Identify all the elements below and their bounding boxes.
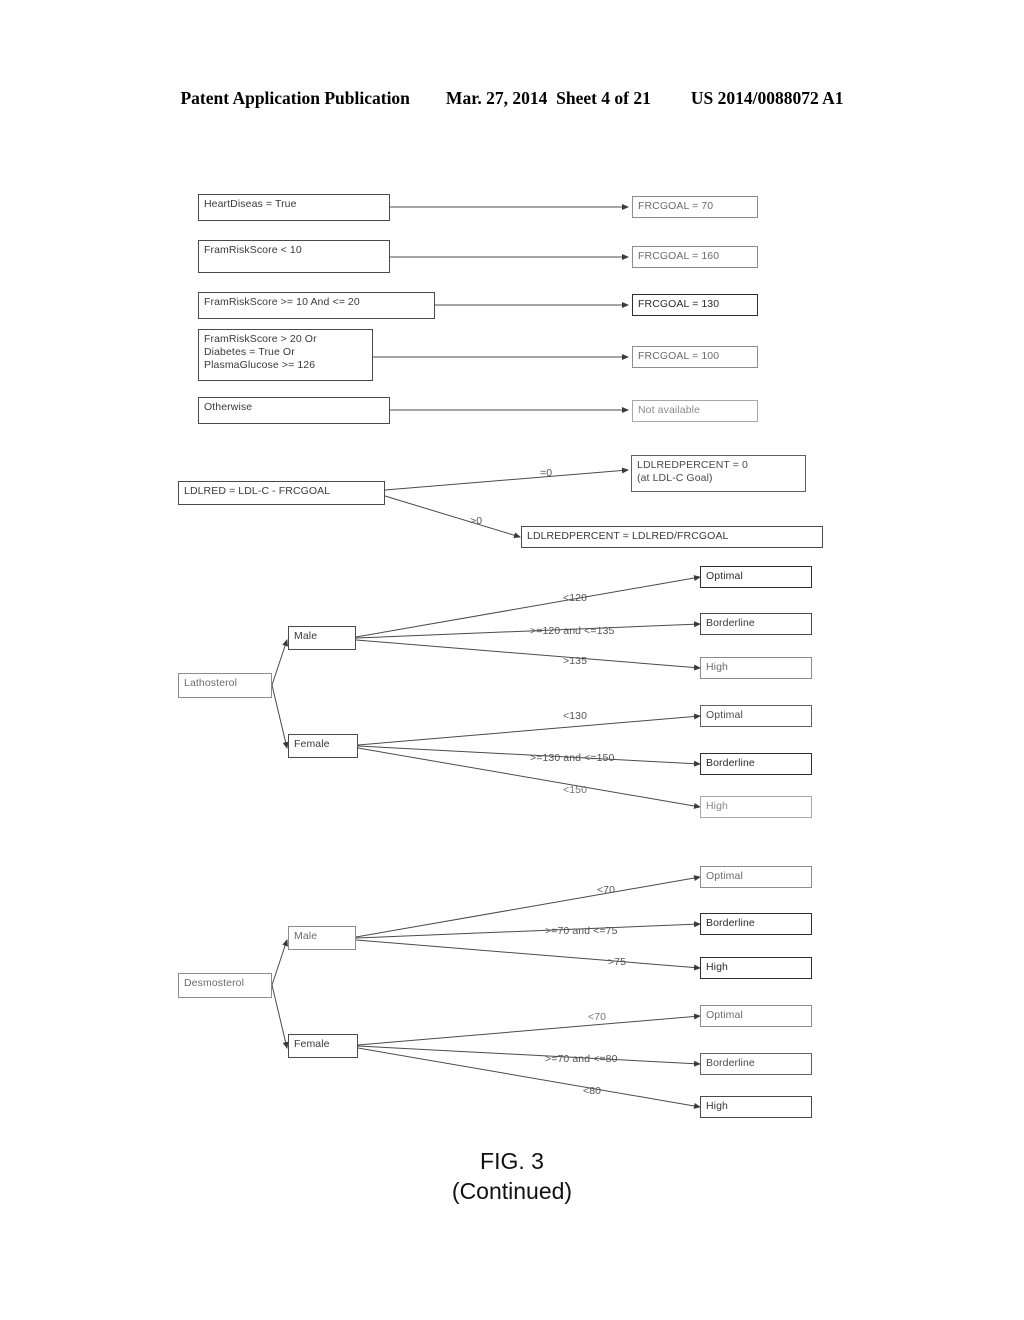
edge-label: >=130 and <=150: [530, 752, 615, 764]
classification-box: Optimal: [700, 705, 812, 727]
classification-box: High: [700, 657, 812, 679]
edge-label: >135: [563, 655, 588, 667]
classification-box: Optimal: [700, 566, 812, 588]
figure-3-diagram: HeartDiseas = True FramRiskScore < 10 Fr…: [0, 0, 1024, 1320]
ldlred-source-box: LDLRED = LDL-C - FRCGOAL: [178, 481, 385, 505]
desmosterol-female-box: Female: [288, 1034, 358, 1058]
edge-label: <80: [583, 1085, 602, 1097]
edge-label-eq0: =0: [540, 467, 553, 479]
lathosterol-male-box: Male: [288, 626, 356, 650]
classification-box: Borderline: [700, 1053, 812, 1075]
edge-label: >75: [608, 956, 627, 968]
classification-box: Optimal: [700, 866, 812, 888]
condition-box: Otherwise: [198, 397, 390, 424]
classification-box: High: [700, 957, 812, 979]
edge-label: <120: [563, 592, 588, 604]
classification-box: Borderline: [700, 613, 812, 635]
classification-box: High: [700, 796, 812, 818]
desmosterol-male-box: Male: [288, 926, 356, 950]
edge-label: >=120 and <=135: [530, 625, 615, 637]
edge-label: >=70 and <=80: [545, 1053, 618, 1065]
ldlredpercent-ratio-box: LDLREDPERCENT = LDLRED/FRCGOAL: [521, 526, 823, 548]
condition-box: FramRiskScore < 10: [198, 240, 390, 273]
classification-box: Borderline: [700, 753, 812, 775]
patent-figure-page: Patent Application Publication Mar. 27, …: [0, 0, 1024, 1320]
condition-box: FramRiskScore > 20 Or Diabetes = True Or…: [198, 329, 373, 381]
figure-caption-continued: (Continued): [451, 1178, 573, 1204]
classification-box: Optimal: [700, 1005, 812, 1027]
desmosterol-root-box: Desmosterol: [178, 973, 272, 998]
ldlredpercent-zero-box: LDLREDPERCENT = 0 (at LDL-C Goal): [631, 455, 806, 492]
result-box: FRCGOAL = 130: [632, 294, 758, 316]
diagram-connectors: [271, 204, 701, 1109]
result-box: FRCGOAL = 160: [632, 246, 758, 268]
edge-label: <150: [563, 784, 588, 796]
classification-box: Borderline: [700, 913, 812, 935]
result-box: FRCGOAL = 70: [632, 196, 758, 218]
result-box: Not available: [632, 400, 758, 422]
figure-caption: FIG. 3: [480, 1148, 544, 1174]
edge-label: <70: [588, 1011, 607, 1023]
lathosterol-root-box: Lathosterol: [178, 673, 272, 698]
condition-box: HeartDiseas = True: [198, 194, 390, 221]
lathosterol-female-box: Female: [288, 734, 358, 758]
edge-label: <70: [597, 884, 616, 896]
condition-box: FramRiskScore >= 10 And <= 20: [198, 292, 435, 319]
edge-label: >=70 and <=75: [545, 925, 618, 937]
edge-label: <130: [563, 710, 588, 722]
classification-box: High: [700, 1096, 812, 1118]
result-box: FRCGOAL = 100: [632, 346, 758, 368]
edge-label-gt0: >0: [470, 515, 483, 527]
